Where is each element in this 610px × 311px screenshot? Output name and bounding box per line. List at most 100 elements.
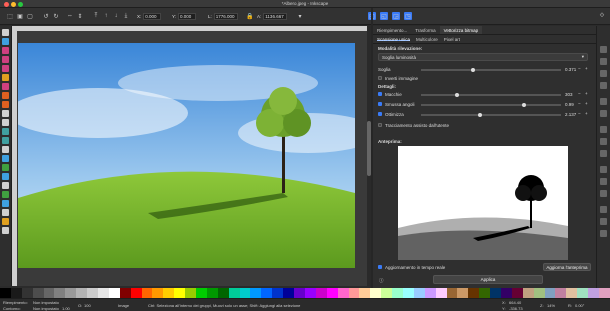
duplicate-icon[interactable] — [600, 206, 607, 213]
raise-to-top-icon[interactable]: ⤒ — [92, 12, 100, 20]
lock-ratio-icon[interactable]: 🔒 — [246, 12, 254, 20]
horizontal-ruler[interactable] — [12, 26, 367, 31]
palette-swatch[interactable] — [261, 288, 273, 298]
spray-tool-icon[interactable] — [2, 128, 9, 135]
palette-swatch[interactable] — [326, 288, 338, 298]
selector-tool-icon[interactable] — [2, 29, 9, 36]
width-field[interactable]: L: 1776.000 — [208, 12, 238, 20]
y-field[interactable]: Y: 0.000 — [172, 12, 197, 20]
palette-swatch[interactable] — [206, 288, 218, 298]
text-tool-icon[interactable] — [2, 119, 9, 126]
flip-horizontal-icon[interactable]: ⇔ — [66, 12, 74, 20]
pencil-tool-icon[interactable] — [2, 92, 9, 99]
pen-tool-icon[interactable] — [2, 101, 9, 108]
new-document-icon[interactable] — [600, 46, 607, 53]
subtab-pixel-art[interactable]: Pixel art — [444, 37, 460, 42]
palette-swatch[interactable] — [0, 288, 11, 298]
paste-icon[interactable] — [600, 150, 607, 157]
palette-swatch[interactable] — [413, 288, 425, 298]
palette-swatch[interactable] — [228, 288, 240, 298]
smooth-corners-checkbox[interactable] — [378, 102, 382, 106]
palette-swatch[interactable] — [239, 288, 251, 298]
palette-swatch[interactable] — [522, 288, 534, 298]
palette-swatch[interactable] — [337, 288, 349, 298]
tab-trace-bitmap[interactable]: Vettorizza bitmap — [439, 26, 483, 34]
palette-swatch[interactable] — [108, 288, 120, 298]
apply-button[interactable]: Applica — [433, 275, 543, 284]
dropper-tool-icon[interactable] — [2, 173, 9, 180]
palette-swatch[interactable] — [457, 288, 469, 298]
palette-swatch[interactable] — [43, 288, 55, 298]
palette-swatch[interactable] — [544, 288, 556, 298]
speckles-slider[interactable] — [421, 94, 561, 96]
move-gradients-icon[interactable]: ◲ — [392, 12, 400, 20]
live-update-checkbox[interactable] — [378, 265, 382, 269]
palette-swatch[interactable] — [98, 288, 109, 298]
zoom-selection-icon[interactable] — [600, 166, 607, 173]
speckles-checkbox[interactable] — [378, 92, 382, 96]
commands-bar-icon[interactable]: ⟐ — [598, 12, 606, 20]
tab-fill-stroke[interactable]: Riempimento... — [373, 26, 411, 34]
stroke-value[interactable]: Non impostato — [33, 306, 59, 311]
height-field[interactable]: A: 1136.667 — [257, 12, 288, 20]
subtab-single-scan[interactable]: Scansione unica — [377, 37, 411, 42]
palette-swatch[interactable] — [152, 288, 164, 298]
palette-swatch[interactable] — [163, 288, 175, 298]
zoom-page-icon[interactable] — [600, 190, 607, 197]
invert-checkbox[interactable] — [378, 76, 382, 80]
rectangle-tool-icon[interactable] — [2, 47, 9, 54]
palette-swatch[interactable] — [272, 288, 284, 298]
rotate-cw-icon[interactable]: ↻ — [52, 12, 60, 20]
tree-image[interactable] — [18, 43, 355, 268]
palette-swatch[interactable] — [196, 288, 207, 298]
connector-tool-icon[interactable] — [2, 182, 9, 189]
layer-selector[interactable]: Image — [118, 303, 129, 308]
palette-swatch[interactable] — [359, 288, 371, 298]
detection-mode-select[interactable]: Soglia luminosità ▾ — [378, 53, 588, 61]
scale-corners-icon[interactable]: ◱ — [380, 12, 388, 20]
update-preview-button[interactable]: Aggiorna l'anteprima — [543, 263, 591, 271]
speckles-decrement-icon[interactable]: − — [578, 91, 581, 96]
palette-swatch[interactable] — [479, 288, 491, 298]
palette-swatch[interactable] — [468, 288, 480, 298]
lpe-tool-icon[interactable] — [2, 209, 9, 216]
gradient-tool-icon[interactable] — [2, 155, 9, 162]
palette-swatch[interactable] — [185, 288, 197, 298]
palette-swatch[interactable] — [315, 288, 327, 298]
threshold-slider[interactable] — [421, 69, 561, 71]
palette-swatch[interactable] — [392, 288, 403, 298]
flip-vertical-icon[interactable]: ⇕ — [76, 12, 84, 20]
move-patterns-icon[interactable]: ◳ — [404, 12, 412, 20]
vertical-ruler[interactable] — [12, 26, 17, 286]
lower-to-bottom-icon[interactable]: ⤓ — [122, 12, 130, 20]
spiral-tool-icon[interactable] — [2, 83, 9, 90]
optimize-checkbox[interactable] — [378, 112, 382, 116]
palette-swatch[interactable] — [348, 288, 360, 298]
save-icon[interactable] — [600, 70, 607, 77]
palette-swatch[interactable] — [577, 288, 589, 298]
x-field[interactable]: X: 0.000 — [137, 12, 162, 20]
star-tool-icon[interactable] — [2, 74, 9, 81]
palette-swatch[interactable] — [217, 288, 229, 298]
threshold-knob[interactable] — [471, 68, 475, 72]
pages-tool-icon[interactable] — [2, 227, 9, 234]
redo-icon[interactable] — [600, 110, 607, 117]
info-icon[interactable]: ⓘ — [379, 278, 384, 284]
lower-icon[interactable]: ↓ — [112, 12, 120, 20]
zoom-tool-icon[interactable] — [2, 218, 9, 225]
measure-tool-icon[interactable] — [2, 200, 9, 207]
smooth-corners-slider[interactable] — [421, 104, 561, 106]
palette-swatch[interactable] — [435, 288, 447, 298]
optimize-decrement-icon[interactable]: − — [578, 111, 581, 116]
palette-swatch[interactable] — [141, 288, 153, 298]
user-assisted-checkbox[interactable] — [378, 123, 382, 127]
palette-swatch[interactable] — [21, 288, 33, 298]
optimize-increment-icon[interactable]: + — [585, 111, 588, 116]
rotation-value[interactable]: 0.00° — [575, 303, 584, 308]
optimize-slider[interactable] — [421, 114, 561, 116]
palette-swatch[interactable] — [174, 288, 186, 298]
paint-bucket-tool-icon[interactable] — [2, 146, 9, 153]
palette-swatch[interactable] — [54, 288, 66, 298]
palette-swatch[interactable] — [283, 288, 295, 298]
palette-swatch[interactable] — [500, 288, 512, 298]
